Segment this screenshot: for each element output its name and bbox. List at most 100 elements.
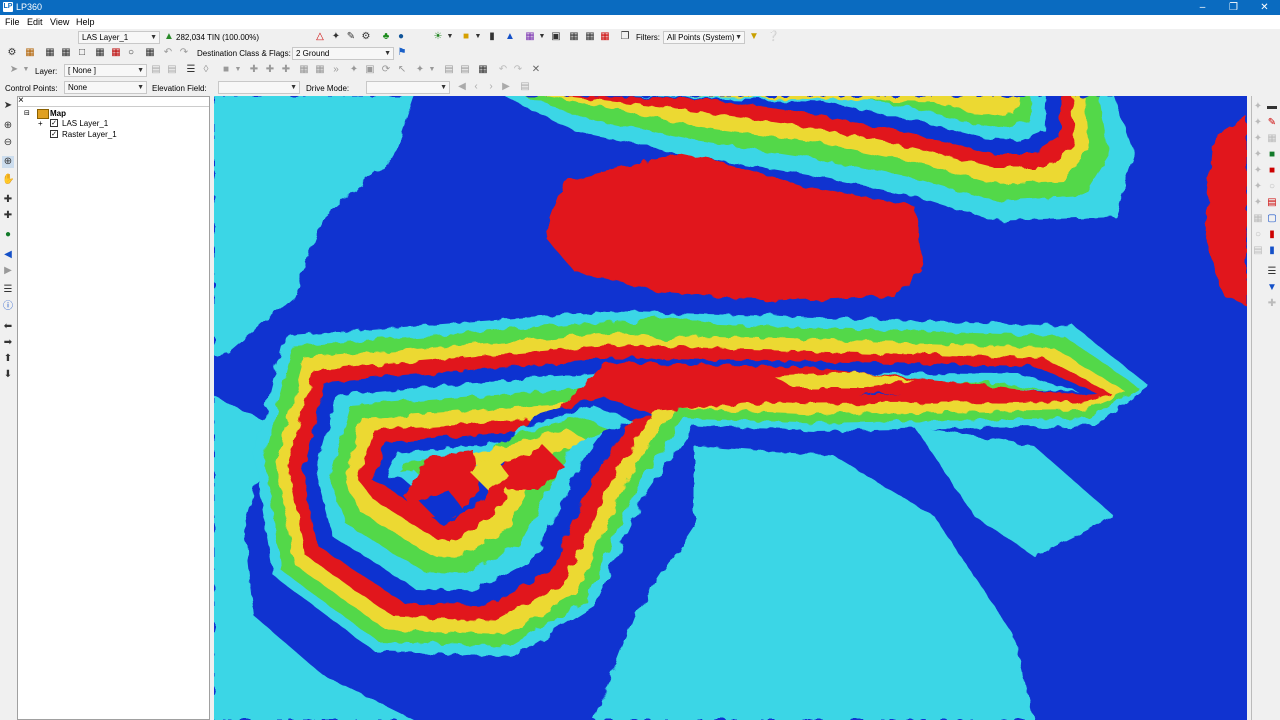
edit-tool-e-icon[interactable]: ▦ [314,64,326,76]
globe-tool-icon[interactable]: ● [395,31,407,43]
control-points-select[interactable]: None ▼ [64,81,147,94]
right-tool-6-icon[interactable]: ▦ [1266,133,1278,145]
edit-undo-icon[interactable]: ↶ [497,64,509,76]
menu-file[interactable]: File [5,17,20,27]
tree-item-raster-layer[interactable]: Raster Layer_1 [62,130,117,139]
right-tool-9-icon[interactable]: ✦ [1252,165,1264,177]
right-tool-14-icon[interactable]: ▤ [1266,197,1278,209]
restore-button[interactable]: ❐ [1218,0,1249,15]
pan-up-icon[interactable]: ⬆ [2,353,14,365]
class-tool-9-icon[interactable]: ▦ [144,47,156,59]
table-red-icon[interactable]: ▦ [599,31,611,43]
las-layer-checkbox[interactable]: ✓ [50,119,58,127]
edit-tool-i-icon[interactable]: ⟳ [380,64,392,76]
right-tool-22-icon[interactable]: ▼ [1266,282,1278,294]
edit-tool-d-icon[interactable]: ▦ [298,64,310,76]
edit-tool-k-dropdown-icon[interactable]: ▼ [426,64,438,76]
edit-redo-icon[interactable]: ↷ [512,64,524,76]
shape-icon[interactable]: ■ [220,64,232,76]
pan-left-icon[interactable]: ⬅ [2,321,14,333]
right-tool-12-icon[interactable]: ○ [1266,181,1278,193]
right-tool-19-icon[interactable]: ▤ [1252,245,1264,257]
filters-select[interactable]: All Points (System) ▼ [663,31,745,44]
right-tool-15-icon[interactable]: ▦ [1252,213,1264,225]
tree-root-map[interactable]: Map [50,109,66,118]
right-tool-10-icon[interactable]: ■ [1266,165,1278,177]
map-view[interactable] [214,96,1247,720]
edit-tool-j-icon[interactable]: ↖ [396,64,408,76]
table2-icon[interactable]: ▦ [584,31,596,43]
right-tool-1-icon[interactable]: ✦ [1252,101,1264,113]
column-icon[interactable]: ▮ [486,31,498,43]
right-tool-5-icon[interactable]: ✦ [1252,133,1264,145]
table-icon[interactable]: ▦ [568,31,580,43]
class-tool-2-icon[interactable]: ▦ [24,47,36,59]
drive-first-icon[interactable]: ◀ [456,81,468,93]
menu-help[interactable]: Help [76,17,95,27]
grid-icon[interactable]: ▦ [524,31,536,43]
flag-icon[interactable]: ⚑ [396,47,408,59]
right-tool-21-icon[interactable]: ☰ [1266,266,1278,278]
edit-tool-icon[interactable]: ✎ [345,31,357,43]
right-tool-18-icon[interactable]: ▮ [1266,229,1278,241]
class-tool-7-icon[interactable]: ▦ [110,47,122,59]
info-icon[interactable]: ⓘ [2,301,14,313]
classify-tool-icon[interactable]: ☀ [432,31,444,43]
class-tool-4-icon[interactable]: ▦ [60,47,72,59]
right-tool-17-icon[interactable]: ○ [1252,229,1264,241]
zoom-full-icon[interactable]: ✚ [2,210,14,222]
right-tool-11-icon[interactable]: ✦ [1252,181,1264,193]
pan-right-icon[interactable]: ➡ [2,337,14,349]
layer-stack-icon[interactable]: ☰ [185,64,197,76]
drive-next-icon[interactable]: › [485,81,497,93]
right-tool-7-icon[interactable]: ✦ [1252,149,1264,161]
menu-view[interactable]: View [50,17,69,27]
edit-tool-m-icon[interactable]: ▤ [459,64,471,76]
right-tool-16-icon[interactable]: ▢ [1266,213,1278,225]
triangle-tool-icon[interactable]: △ [314,31,326,43]
pan-hand-icon[interactable]: ✋ [2,174,14,186]
classify-dropdown-icon[interactable]: ▼ [444,31,456,43]
undo-icon[interactable]: ↶ [162,47,174,59]
class-tool-3-icon[interactable]: ▦ [44,47,56,59]
settings-tool-icon[interactable]: ⚙ [360,31,372,43]
edit-layer-select[interactable]: [ None ] ▼ [64,64,147,77]
surface-icon[interactable]: ▲ [504,31,516,43]
shape-dropdown-icon[interactable]: ▼ [232,64,244,76]
filter-funnel-icon[interactable]: ▼ [748,31,760,43]
layer-select[interactable]: LAS Layer_1 ▼ [78,31,160,44]
drive-settings-icon[interactable]: ▤ [519,81,531,93]
close-window-button[interactable]: ✕ [1249,0,1280,15]
class-tool-5-icon[interactable]: □ [76,47,88,59]
help-pointer-icon[interactable]: ❔ [767,31,779,43]
raster-layer-checkbox[interactable]: ✓ [50,130,58,138]
tree-item-las-layer[interactable]: LAS Layer_1 [62,119,108,128]
minimize-button[interactable]: – [1187,0,1218,15]
zoom-rect-icon[interactable]: ⊕ [2,156,14,168]
destination-class-select[interactable]: 2 Ground ▼ [292,47,394,60]
delete-edits-icon[interactable]: ▤ [166,64,178,76]
frame-icon[interactable]: ▣ [550,31,562,43]
class-tool-8-icon[interactable]: ○ [125,47,137,59]
class-tool-6-icon[interactable]: ▦ [94,47,106,59]
redo-icon[interactable]: ↷ [178,47,190,59]
right-tool-2-icon[interactable]: ▬ [1266,101,1278,113]
select-arrow-icon[interactable]: ➤ [2,100,14,112]
right-tool-20-icon[interactable]: ▮ [1266,245,1278,257]
drive-prev-icon[interactable]: ‹ [470,81,482,93]
las-layer-expand-icon[interactable]: + [38,119,43,128]
right-tool-13-icon[interactable]: ✦ [1252,197,1264,209]
copy-icon[interactable]: ❐ [619,31,631,43]
tree-tool-icon[interactable]: ♣ [380,31,392,43]
right-tool-8-icon[interactable]: ■ [1266,149,1278,161]
edit-tool-k-icon[interactable]: ✦ [414,64,426,76]
close-panel-icon[interactable]: × [18,95,24,106]
drive-mode-select[interactable]: ▼ [366,81,450,94]
back-arrow-icon[interactable]: ◀ [2,249,14,261]
edit-tool-f-icon[interactable]: » [330,64,342,76]
color-ramp-icon[interactable]: ■ [460,31,472,43]
drive-last-icon[interactable]: ▶ [500,81,512,93]
map-collapse-icon[interactable]: ⊟ [24,109,30,117]
edit-arrow-icon[interactable]: ➤ [8,64,20,76]
right-tool-4-icon[interactable]: ✎ [1266,117,1278,129]
